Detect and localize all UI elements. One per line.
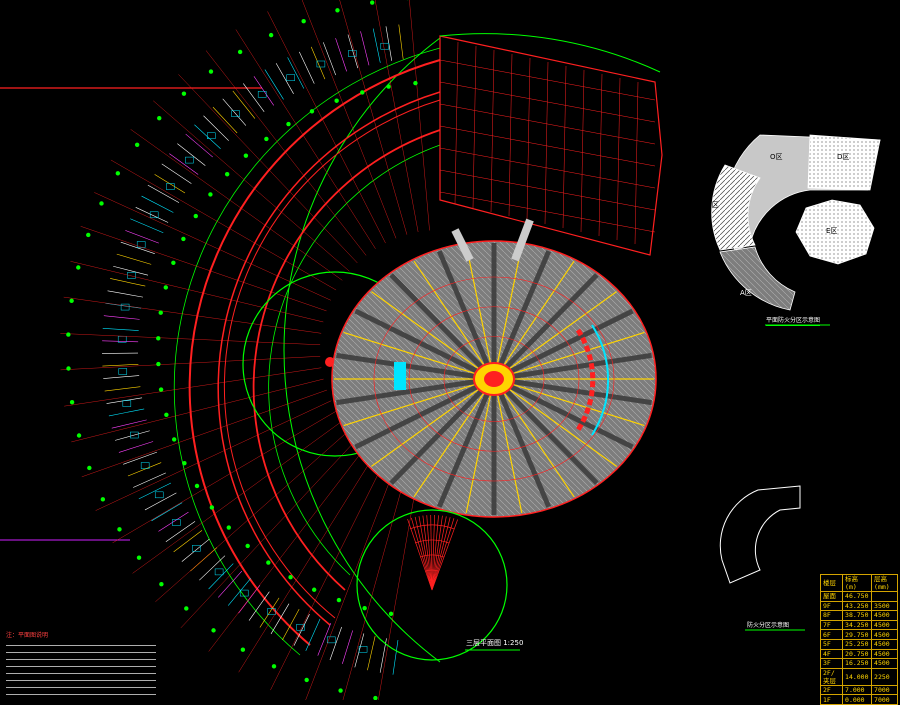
table-row: 2F/夹层14.0002250: [821, 668, 898, 685]
table-cell: 4500: [872, 659, 898, 669]
table-row: 9F43.2503500: [821, 601, 898, 611]
table-row: 7F34.2504500: [821, 620, 898, 630]
notes-line: [6, 682, 156, 688]
table-cell: 14.000: [843, 668, 872, 685]
notes-line: [6, 640, 156, 646]
table-cell: 2F: [821, 685, 843, 695]
table-row: 4F20.7504500: [821, 649, 898, 659]
table-cell: 8F: [821, 611, 843, 621]
fire-zone-label: A区: [740, 288, 752, 298]
fire-zone-label: D区: [837, 152, 849, 162]
table-header-row: 楼层标高(m)层高(mm): [821, 575, 898, 592]
fire-zone-label: B区: [707, 200, 719, 210]
table-row: 8F38.7504500: [821, 611, 898, 621]
evacuation-diagram-title: 防火分区示意图: [747, 620, 789, 629]
table-cell: 25.250: [843, 639, 872, 649]
third-floor-plan-title: 三层平面图 1:250: [466, 638, 523, 648]
oval-hall: [332, 220, 656, 517]
table-row: 3F16.2504500: [821, 659, 898, 669]
table-cell: 4500: [872, 611, 898, 621]
table-cell: 屋面: [821, 592, 843, 602]
table-row: 2F7.0007000: [821, 685, 898, 695]
table-row: 屋面46.750: [821, 592, 898, 602]
table-cell: 7F: [821, 620, 843, 630]
cad-drawing-canvas: [0, 0, 900, 700]
table-cell: 3F: [821, 659, 843, 669]
table-cell: [872, 592, 898, 602]
table-cell: 34.250: [843, 620, 872, 630]
table-cell: 43.250: [843, 601, 872, 611]
table-cell: 4500: [872, 620, 898, 630]
table-cell: 16.250: [843, 659, 872, 669]
notes-line: [6, 654, 156, 660]
table-cell: 4500: [872, 639, 898, 649]
table-cell: 38.750: [843, 611, 872, 621]
table-row: 6F29.7504500: [821, 630, 898, 640]
table-row: 5F25.2504500: [821, 639, 898, 649]
notes-line: [6, 647, 156, 653]
table-cell: 层高(mm): [872, 575, 898, 592]
floor-level-table: 楼层标高(m)层高(mm)屋面46.7509F43.25035008F38.75…: [820, 574, 898, 705]
table-cell: 标高(m): [843, 575, 872, 592]
table-cell: 4500: [872, 630, 898, 640]
table-cell: 楼层: [821, 575, 843, 592]
evacuation-diagram: [720, 486, 805, 630]
fire-zone-label: O区: [770, 152, 783, 162]
notes-line: [6, 675, 156, 681]
table-cell: 46.750: [843, 592, 872, 602]
notes-line: [6, 661, 156, 667]
table-cell: 2F/夹层: [821, 668, 843, 685]
general-notes: 注：平面图说明: [6, 632, 156, 696]
table-cell: 9F: [821, 601, 843, 611]
table-cell: 29.750: [843, 630, 872, 640]
fire-zone-label: E区: [826, 226, 837, 236]
table-cell: 7.000: [843, 685, 872, 695]
fire-zone-diagram-title: 平面防火分区示意图: [766, 315, 820, 326]
table-cell: 4500: [872, 649, 898, 659]
table-cell: 5F: [821, 639, 843, 649]
upper-grid-block: [440, 34, 662, 255]
table-cell: 20.750: [843, 649, 872, 659]
notes-line: [6, 668, 156, 674]
table-cell: 6F: [821, 630, 843, 640]
table-cell: 4F: [821, 649, 843, 659]
fire-zone-diagram: [712, 135, 880, 325]
table-cell: 3500: [872, 601, 898, 611]
table-cell: 7000: [872, 685, 898, 695]
table-cell: 2250: [872, 668, 898, 685]
notes-line: [6, 689, 156, 695]
notes-title: 注：平面图说明: [6, 632, 156, 640]
